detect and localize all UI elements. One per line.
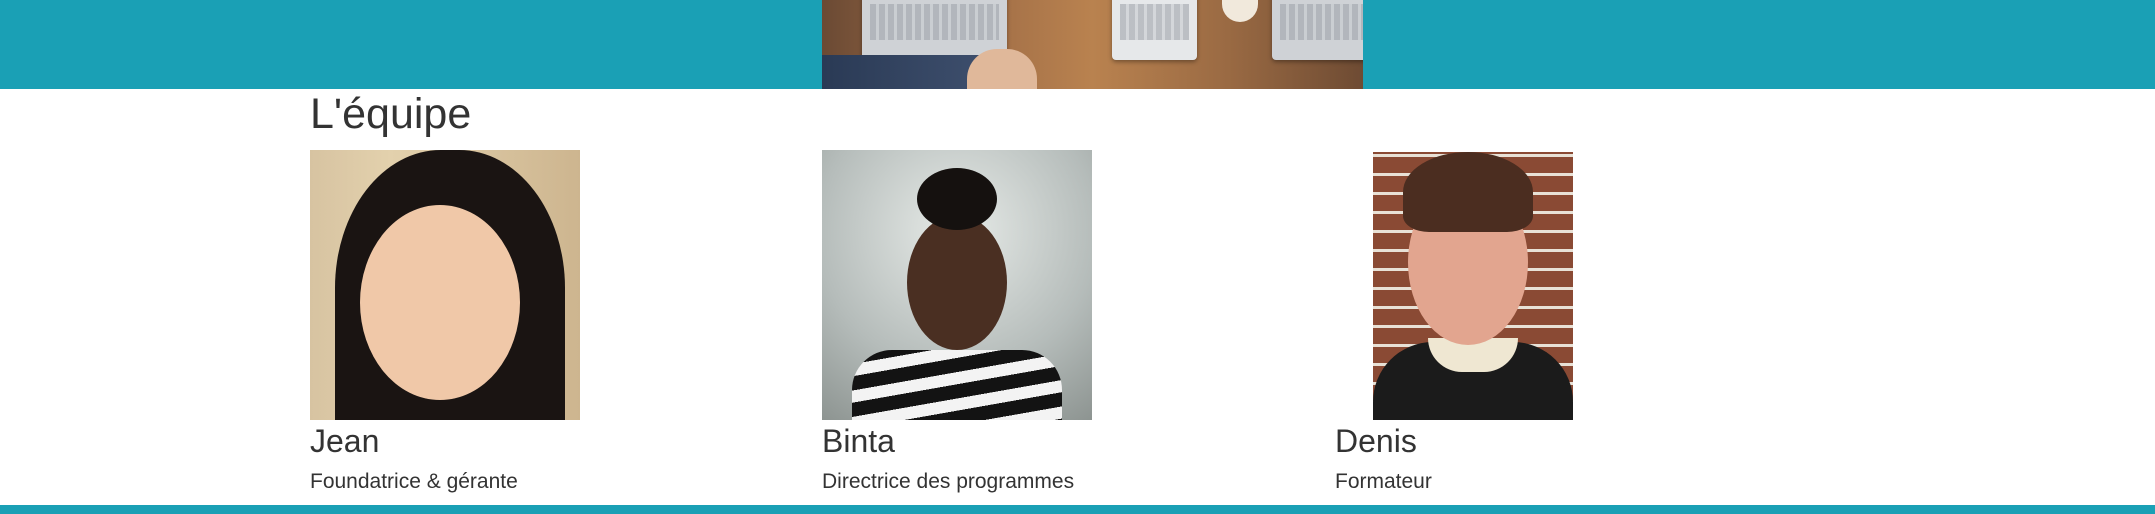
bottom-section-band [0, 505, 2155, 514]
member-photo [1373, 152, 1573, 420]
member-role: Formateur [1335, 470, 1432, 493]
member-name: Jean [310, 423, 380, 459]
member-name: Denis [1335, 423, 1417, 459]
member-role: Foundatrice & gérante [310, 470, 518, 493]
team-member-card: Jean Foundatrice & gérante [310, 150, 770, 495]
cup-image-part [1222, 0, 1258, 22]
hero-image [822, 0, 1363, 89]
hand-image-part [967, 49, 1037, 89]
laptop-image-part [1272, 0, 1363, 60]
member-role: Directrice des programmes [822, 470, 1075, 493]
team-member-card: Denis Formateur [1335, 150, 1795, 495]
arm-image-part [822, 55, 982, 89]
member-photo [310, 150, 580, 420]
tablet-image-part [1112, 0, 1197, 60]
team-member-card: Binta Directrice des programmes [822, 150, 1282, 495]
member-name: Binta [822, 423, 895, 459]
team-heading: L'équipe [310, 90, 472, 138]
member-photo [822, 150, 1092, 420]
